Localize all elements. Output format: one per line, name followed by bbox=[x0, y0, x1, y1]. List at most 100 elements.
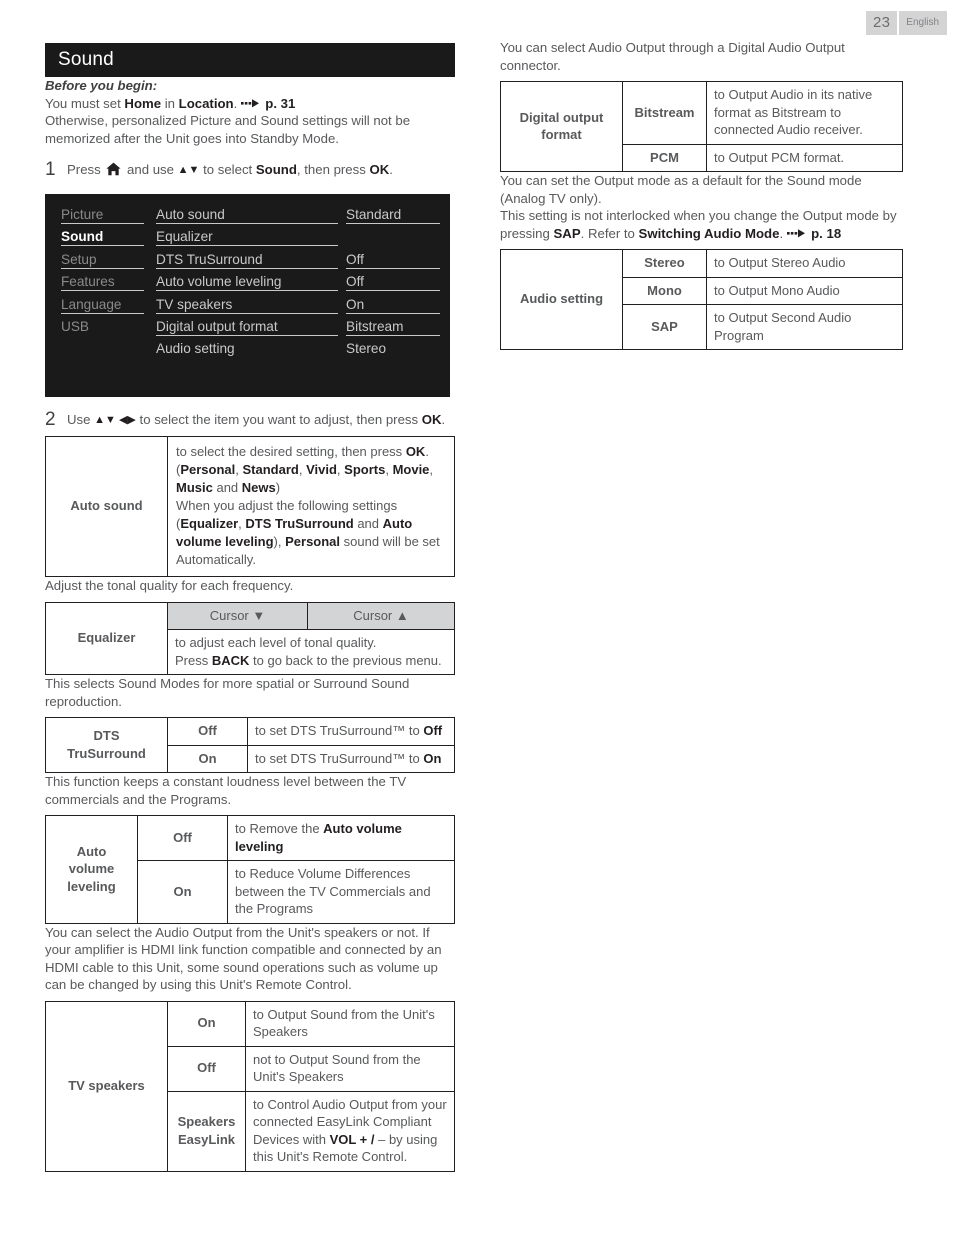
table-equalizer: Equalizer Cursor ▼ Cursor ▲ to adjust ea… bbox=[45, 601, 455, 675]
updown-arrow-glyphs: ▲▼ bbox=[177, 164, 200, 176]
right-column: You can select Audio Output through a Di… bbox=[500, 39, 903, 350]
table-desc-auto-sound: to select the desired setting, then pres… bbox=[167, 436, 455, 577]
location-requirement-line: You must set Home in Location. p. 31 bbox=[45, 95, 296, 111]
tv-osd-menu-screenshot: Picture Auto sound Standard Sound Equali… bbox=[45, 194, 450, 397]
osd-setting-equalizer[interactable]: Equalizer bbox=[156, 227, 346, 247]
section-title: Sound bbox=[45, 43, 455, 77]
osd-row: Setup DTS TruSurround Off bbox=[61, 250, 440, 272]
osd-value-auto-sound[interactable]: Standard bbox=[346, 205, 440, 224]
audio-setting-intro-1: You can set the Output mode as a default… bbox=[500, 173, 862, 206]
avl-intro: This function keeps a constant loudness … bbox=[45, 774, 407, 807]
before-you-begin-heading: Before you begin: bbox=[45, 78, 158, 93]
table-desc-avl-off: to Remove the Auto volume leveling bbox=[227, 815, 455, 861]
osd-value-digital-output-format[interactable]: Bitstream bbox=[346, 317, 440, 336]
step-1-text: Press and use ▲▼ to select Sound, then p… bbox=[67, 161, 455, 181]
osd-menu-item-language[interactable]: Language bbox=[61, 295, 156, 314]
table-option-off: Off bbox=[167, 717, 248, 746]
table-option-off: Off bbox=[167, 1045, 246, 1092]
table-key-digital-output-format: Digital output format bbox=[500, 81, 623, 172]
osd-setting-audio-setting[interactable]: Audio setting bbox=[156, 339, 346, 358]
osd-menu-item-usb[interactable]: USB bbox=[61, 317, 156, 336]
step-1-number: 1 bbox=[45, 159, 56, 180]
table-row: Digital output format Bitstream to Outpu… bbox=[500, 81, 903, 172]
dashed-arrow-icon bbox=[241, 98, 260, 109]
table-desc-bitstream: to Output Audio in its native format as … bbox=[706, 81, 903, 145]
osd-menu-item-picture[interactable]: Picture bbox=[61, 205, 156, 224]
table-desc-tvspk-easylink: to Control Audio Output from your connec… bbox=[245, 1090, 455, 1172]
osd-setting-tv-speakers[interactable]: TV speakers bbox=[156, 295, 346, 314]
table-header-cursor-up: Cursor ▲ bbox=[307, 601, 455, 630]
tvspk-intro: You can select the Audio Output from the… bbox=[45, 924, 442, 993]
osd-setting-auto-volume-leveling[interactable]: Auto volume leveling bbox=[156, 272, 346, 292]
step-2-number: 2 bbox=[45, 409, 56, 430]
osd-row: USB Digital output format Bitstream bbox=[61, 317, 440, 339]
table-row: Auto volume leveling Off to Remove the A… bbox=[45, 815, 455, 924]
osd-value-tv-speakers[interactable]: On bbox=[346, 295, 440, 314]
table-header-cursor-down: Cursor ▼ bbox=[167, 601, 308, 630]
table-tv-speakers: TV speakers On to Output Sound from the … bbox=[45, 1000, 455, 1172]
equalizer-intro: Adjust the tonal quality for each freque… bbox=[45, 578, 294, 593]
table-option-pcm: PCM bbox=[622, 143, 707, 172]
osd-row: Audio setting Stereo bbox=[61, 339, 440, 361]
step-2: 2 Use ▲▼ ◀▶ to select the item you want … bbox=[45, 409, 455, 430]
table-desc-equalizer: to adjust each level of tonal quality. P… bbox=[167, 629, 455, 675]
osd-row: Picture Auto sound Standard bbox=[61, 205, 440, 227]
audio-setting-intro-2: This setting is not interlocked when you… bbox=[500, 208, 897, 241]
table-desc-mono: to Output Mono Audio bbox=[706, 276, 903, 305]
osd-setting-auto-sound[interactable]: Auto sound bbox=[156, 205, 346, 224]
table-option-mono: Mono bbox=[622, 276, 707, 305]
osd-value-audio-setting[interactable]: Stereo bbox=[346, 339, 440, 358]
dts-intro: This selects Sound Modes for more spatia… bbox=[45, 676, 410, 709]
table-option-sap: SAP bbox=[622, 304, 707, 350]
table-key-auto-volume-leveling: Auto volume leveling bbox=[45, 815, 138, 924]
step-1: 1 Press and use ▲▼ to select Sound, then… bbox=[45, 159, 455, 181]
osd-setting-dts-trusurround[interactable]: DTS TruSurround bbox=[156, 250, 346, 269]
table-auto-sound: Auto sound to select the desired setting… bbox=[45, 436, 455, 577]
table-desc-dts-off: to set DTS TruSurround™ to Off bbox=[247, 717, 455, 746]
osd-value-auto-volume-leveling[interactable]: Off bbox=[346, 272, 440, 292]
table-option-bitstream: Bitstream bbox=[622, 81, 707, 145]
osd-row: Sound Equalizer bbox=[61, 227, 440, 249]
osd-row: Features Auto volume leveling Off bbox=[61, 272, 440, 294]
osd-row: Language TV speakers On bbox=[61, 295, 440, 317]
table-key-audio-setting: Audio setting bbox=[500, 249, 623, 350]
table-desc-sap: to Output Second Audio Program bbox=[706, 304, 903, 350]
table-option-on: On bbox=[137, 860, 228, 924]
digital-output-intro: You can select Audio Output through a Di… bbox=[500, 40, 845, 73]
table-row: Auto sound to select the desired setting… bbox=[45, 436, 455, 577]
table-audio-setting: Audio setting Stereo to Output Stereo Au… bbox=[500, 249, 903, 350]
table-option-on: On bbox=[167, 1000, 246, 1047]
osd-setting-digital-output-format[interactable]: Digital output format bbox=[156, 317, 346, 336]
table-option-off: Off bbox=[137, 815, 228, 861]
table-key-equalizer: Equalizer bbox=[45, 601, 168, 675]
otherwise-note: Otherwise, personalized Picture and Soun… bbox=[45, 113, 411, 146]
table-option-stereo: Stereo bbox=[622, 249, 707, 278]
table-key-auto-sound: Auto sound bbox=[45, 436, 168, 577]
table-row: TV speakers On to Output Sound from the … bbox=[45, 1000, 455, 1172]
home-icon bbox=[106, 162, 121, 181]
table-key-tv-speakers: TV speakers bbox=[45, 1000, 168, 1172]
osd-menu-item-features[interactable]: Features bbox=[61, 272, 156, 292]
dashed-arrow-icon bbox=[787, 228, 806, 239]
osd-menu-item-setup[interactable]: Setup bbox=[61, 250, 156, 269]
table-row: Audio setting Stereo to Output Stereo Au… bbox=[500, 249, 903, 350]
table-option-speakers-easylink: Speakers EasyLink bbox=[167, 1090, 246, 1172]
table-row: Equalizer Cursor ▼ Cursor ▲ bbox=[45, 601, 455, 675]
page-number: 23 bbox=[866, 11, 898, 35]
table-option-on: On bbox=[167, 744, 248, 773]
left-column: Sound Before you begin: You must set Hom… bbox=[45, 43, 455, 1172]
table-desc-tvspk-on: to Output Sound from the Unit's Speakers bbox=[245, 1000, 455, 1047]
osd-menu-item-sound[interactable]: Sound bbox=[61, 227, 156, 247]
table-row: DTS TruSurround Off to set DTS TruSurrou… bbox=[45, 717, 455, 773]
table-desc-dts-on: to set DTS TruSurround™ to On bbox=[247, 744, 455, 773]
table-desc-stereo: to Output Stereo Audio bbox=[706, 249, 903, 278]
table-desc-tvspk-off: not to Output Sound from the Unit's Spea… bbox=[245, 1045, 455, 1092]
table-dts-trusurround: DTS TruSurround Off to set DTS TruSurrou… bbox=[45, 717, 455, 773]
document-page: 23 English Sound Before you begin: You m… bbox=[0, 0, 954, 1235]
table-key-dts-trusurround: DTS TruSurround bbox=[45, 717, 168, 773]
table-desc-avl-on: to Reduce Volume Differences between the… bbox=[227, 860, 455, 924]
osd-value-dts-trusurround[interactable]: Off bbox=[346, 250, 440, 269]
table-digital-output-format: Digital output format Bitstream to Outpu… bbox=[500, 81, 903, 172]
table-desc-pcm: to Output PCM format. bbox=[706, 143, 903, 172]
step-2-text: Use ▲▼ ◀▶ to select the item you want to… bbox=[67, 412, 446, 427]
